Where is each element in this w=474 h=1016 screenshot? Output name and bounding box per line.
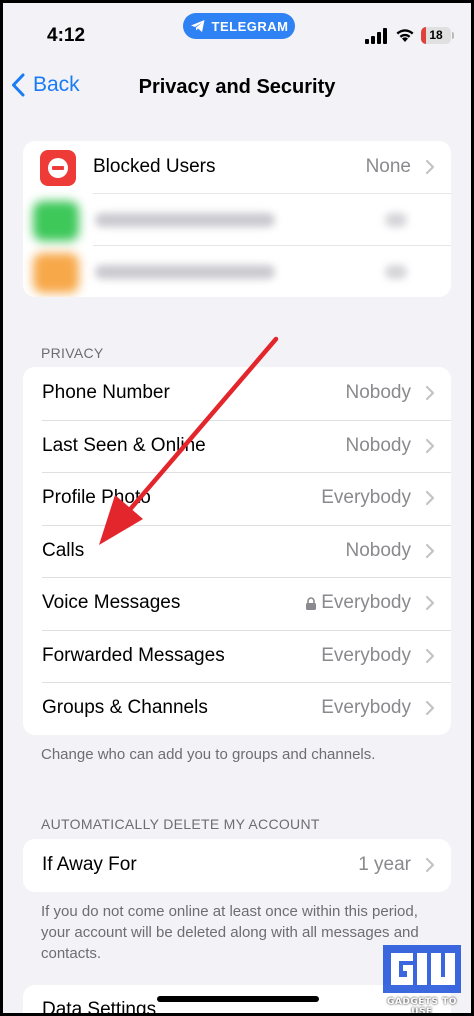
chevron-right-icon bbox=[425, 701, 435, 716]
blurred-label bbox=[95, 213, 275, 227]
privacy-card: Phone Number Nobody Last Seen & Online Nobo… bbox=[23, 367, 451, 735]
chevron-right-icon bbox=[425, 491, 435, 506]
if-away-for-value: 1 year bbox=[358, 854, 411, 876]
chevron-right-icon bbox=[425, 438, 435, 453]
battery-level-text: 18 bbox=[429, 28, 443, 42]
blocked-users-row[interactable]: Blocked Users None bbox=[23, 141, 451, 193]
navigation-bar: Back Privacy and Security bbox=[3, 63, 471, 113]
chevron-right-icon bbox=[425, 386, 435, 401]
blurred-value bbox=[385, 265, 407, 279]
privacy-row-label: Calls bbox=[42, 539, 85, 561]
privacy-row-label: Last Seen & Online bbox=[42, 434, 206, 456]
blurred-value bbox=[385, 213, 407, 227]
auto-delete-footer: If you do not come online at least once … bbox=[41, 903, 419, 962]
blurred-setting-row[interactable] bbox=[23, 193, 451, 245]
watermark-text: GADGETS TO USE bbox=[387, 997, 457, 1013]
lock-icon bbox=[306, 597, 317, 610]
privacy-row-label: Phone Number bbox=[42, 382, 170, 404]
privacy-row-value: Everybody bbox=[305, 592, 411, 614]
chevron-right-icon bbox=[425, 543, 435, 558]
wifi-icon bbox=[396, 29, 414, 42]
chevron-right-icon bbox=[425, 648, 435, 663]
blurred-green-icon bbox=[33, 201, 79, 241]
gadgets-to-use-watermark: GADGETS TO USE bbox=[379, 945, 465, 1013]
data-settings-label: Data Settings bbox=[42, 999, 157, 1013]
privacy-row-phone-number[interactable]: Phone Number Nobody bbox=[23, 367, 451, 420]
privacy-row-label: Profile Photo bbox=[42, 487, 151, 509]
blocked-users-card: Blocked Users None bbox=[23, 141, 451, 297]
if-away-for-row[interactable]: If Away For 1 year bbox=[23, 839, 451, 892]
privacy-row-value: Everybody bbox=[321, 697, 411, 719]
privacy-row-profile-photo[interactable]: Profile Photo Everybody bbox=[23, 472, 451, 525]
privacy-row-value: Nobody bbox=[345, 382, 412, 404]
cellular-signal-icon bbox=[365, 28, 387, 44]
privacy-row-groups-channels[interactable]: Groups & Channels Everybody bbox=[23, 682, 451, 735]
gadgets-to-use-logo bbox=[383, 945, 461, 993]
privacy-row-value: Everybody bbox=[321, 487, 411, 509]
auto-delete-card: If Away For 1 year bbox=[23, 839, 451, 892]
privacy-row-value: Nobody bbox=[345, 434, 412, 456]
chevron-right-icon bbox=[425, 596, 435, 611]
privacy-row-label: Groups & Channels bbox=[42, 697, 208, 719]
home-indicator[interactable] bbox=[157, 996, 319, 1002]
battery-indicator: 18 bbox=[421, 27, 451, 44]
auto-delete-section-header: AUTOMATICALLY DELETE MY ACCOUNT bbox=[41, 816, 320, 832]
chevron-right-icon bbox=[425, 858, 435, 873]
blurred-label bbox=[95, 265, 275, 279]
blocked-users-icon bbox=[40, 150, 76, 186]
status-time: 4:12 bbox=[47, 25, 86, 46]
privacy-row-label: Voice Messages bbox=[42, 592, 181, 614]
status-bar: 4:12 TELEGRAM 18 bbox=[3, 3, 471, 59]
battery-tip bbox=[452, 32, 454, 39]
privacy-section-header: PRIVACY bbox=[41, 345, 104, 361]
privacy-row-last-seen-online[interactable]: Last Seen & Online Nobody bbox=[23, 419, 451, 473]
if-away-for-label: If Away For bbox=[42, 854, 137, 876]
privacy-row-label: Forwarded Messages bbox=[42, 644, 225, 666]
telegram-pill-label: TELEGRAM bbox=[211, 18, 289, 34]
privacy-footer: Change who can add you to groups and cha… bbox=[41, 746, 376, 763]
privacy-row-value: Nobody bbox=[345, 539, 412, 561]
privacy-row-calls[interactable]: Calls Nobody bbox=[23, 524, 451, 578]
screen: 4:12 TELEGRAM 18 Back Privacy and Securi… bbox=[3, 3, 471, 1013]
page-title: Privacy and Security bbox=[138, 76, 336, 98]
blocked-users-value: None bbox=[365, 156, 411, 177]
blurred-orange-icon bbox=[33, 253, 79, 293]
telegram-icon bbox=[190, 20, 205, 32]
privacy-row-voice-messages[interactable]: Voice Messages Everybody bbox=[23, 577, 451, 630]
telegram-pill[interactable]: TELEGRAM bbox=[183, 13, 295, 39]
privacy-row-forwarded-messages[interactable]: Forwarded Messages Everybody bbox=[23, 629, 451, 683]
blurred-setting-row[interactable] bbox=[23, 245, 451, 297]
privacy-row-value: Everybody bbox=[321, 644, 411, 666]
chevron-right-icon bbox=[425, 159, 435, 175]
blocked-users-label: Blocked Users bbox=[93, 156, 216, 177]
